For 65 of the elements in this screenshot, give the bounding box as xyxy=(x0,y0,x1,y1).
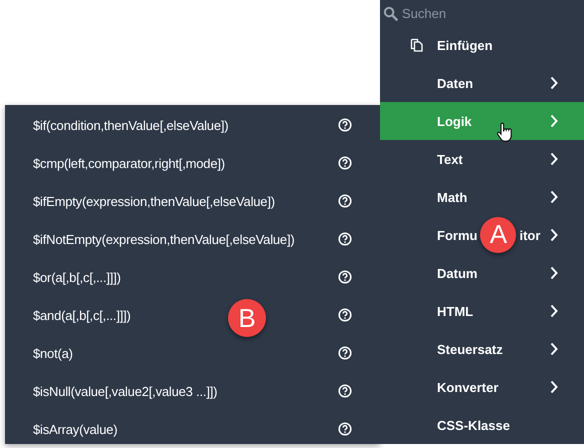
help-icon[interactable] xyxy=(338,194,352,208)
function-label: $or(a[,b[,c[,...]]]) xyxy=(33,270,121,284)
function-item[interactable]: $isNull(value[,value2[,value3 ...]]) xyxy=(5,372,380,410)
help-icon[interactable] xyxy=(338,308,352,322)
menu-item[interactable]: Einfügen xyxy=(380,26,584,64)
menu-item[interactable]: Datum xyxy=(380,254,584,292)
function-item[interactable]: $ifNotEmpty(expression,thenValue[,elseValue]) xyxy=(5,220,380,258)
menu-item[interactable]: Formu A itor xyxy=(380,216,584,254)
function-label: $ifEmpty(expression,thenValue[,elseValue]) xyxy=(33,194,275,208)
chevron-right-icon xyxy=(549,152,559,166)
menu-item-label: Formu xyxy=(437,228,478,242)
help-icon[interactable] xyxy=(338,118,352,132)
menu-item-label: Konverter xyxy=(437,380,498,394)
chevron-right-icon xyxy=(549,342,559,356)
copy-icon xyxy=(409,37,425,53)
annotation-badge: B xyxy=(228,299,266,337)
menu-item[interactable]: Logik xyxy=(380,102,584,140)
chevron-right-icon xyxy=(549,76,559,90)
search-field[interactable]: Suchen xyxy=(402,6,552,20)
function-label: $ifNotEmpty(expression,thenValue[,elseValue]) xyxy=(33,232,294,246)
menu-item-label: HTML xyxy=(437,304,474,318)
help-icon[interactable] xyxy=(338,422,352,436)
chevron-right-icon xyxy=(549,228,559,242)
chevron-right-icon xyxy=(549,304,559,318)
menu-item-label: Datum xyxy=(437,266,478,280)
function-label: $cmp(left,comparator,right[,mode]) xyxy=(33,156,225,170)
search-icon xyxy=(383,6,398,20)
menu-item-label: Steuersatz xyxy=(437,342,503,356)
function-label: $if(condition,thenValue[,elseValue]) xyxy=(33,118,228,132)
annotation-badge: A xyxy=(480,216,516,252)
function-item[interactable]: $isArray(value) xyxy=(5,410,380,448)
help-icon[interactable] xyxy=(338,346,352,360)
function-item[interactable]: $and(a[,b[,c[,...]]]) B xyxy=(5,296,380,334)
chevron-right-icon xyxy=(549,114,559,128)
function-label: $not(a) xyxy=(33,346,73,360)
menu-item[interactable]: Konverter xyxy=(380,368,584,406)
menu-item-label: CSS-Klasse xyxy=(437,418,510,432)
chevron-right-icon xyxy=(549,190,559,204)
function-label: $isArray(value) xyxy=(33,422,118,436)
chevron-right-icon xyxy=(549,266,559,280)
menu-item[interactable]: CSS-Klasse xyxy=(380,406,584,444)
function-item[interactable]: $cmp(left,comparator,right[,mode]) xyxy=(5,144,380,182)
help-icon[interactable] xyxy=(338,232,352,246)
menu-item[interactable]: Daten xyxy=(380,64,584,102)
help-icon[interactable] xyxy=(338,384,352,398)
function-item[interactable]: $if(condition,thenValue[,elseValue]) xyxy=(5,106,380,144)
hand-cursor-icon xyxy=(496,122,512,144)
function-label: $isNull(value[,value2[,value3 ...]]) xyxy=(33,384,218,398)
menu-item[interactable]: Math xyxy=(380,178,584,216)
menu-item-label: Math xyxy=(437,190,468,204)
function-item[interactable]: $ifEmpty(expression,thenValue[,elseValue]) xyxy=(5,182,380,220)
help-icon[interactable] xyxy=(338,156,352,170)
menu-item-label: Logik xyxy=(437,114,472,128)
menu-item-label: itor xyxy=(519,228,540,242)
help-icon[interactable] xyxy=(338,270,352,284)
menu-item-label: Text xyxy=(437,152,463,166)
chevron-right-icon xyxy=(549,380,559,394)
menu-item[interactable]: HTML xyxy=(380,292,584,330)
menu-item[interactable]: Text xyxy=(380,140,584,178)
menu-item[interactable]: Steuersatz xyxy=(380,330,584,368)
function-item[interactable]: $or(a[,b[,c[,...]]]) xyxy=(5,258,380,296)
function-label: $and(a[,b[,c[,...]]]) xyxy=(33,308,131,322)
function-item[interactable]: $not(a) xyxy=(5,334,380,372)
menu-item-label: Einfügen xyxy=(437,38,493,52)
menu-item-label: Daten xyxy=(437,76,474,90)
